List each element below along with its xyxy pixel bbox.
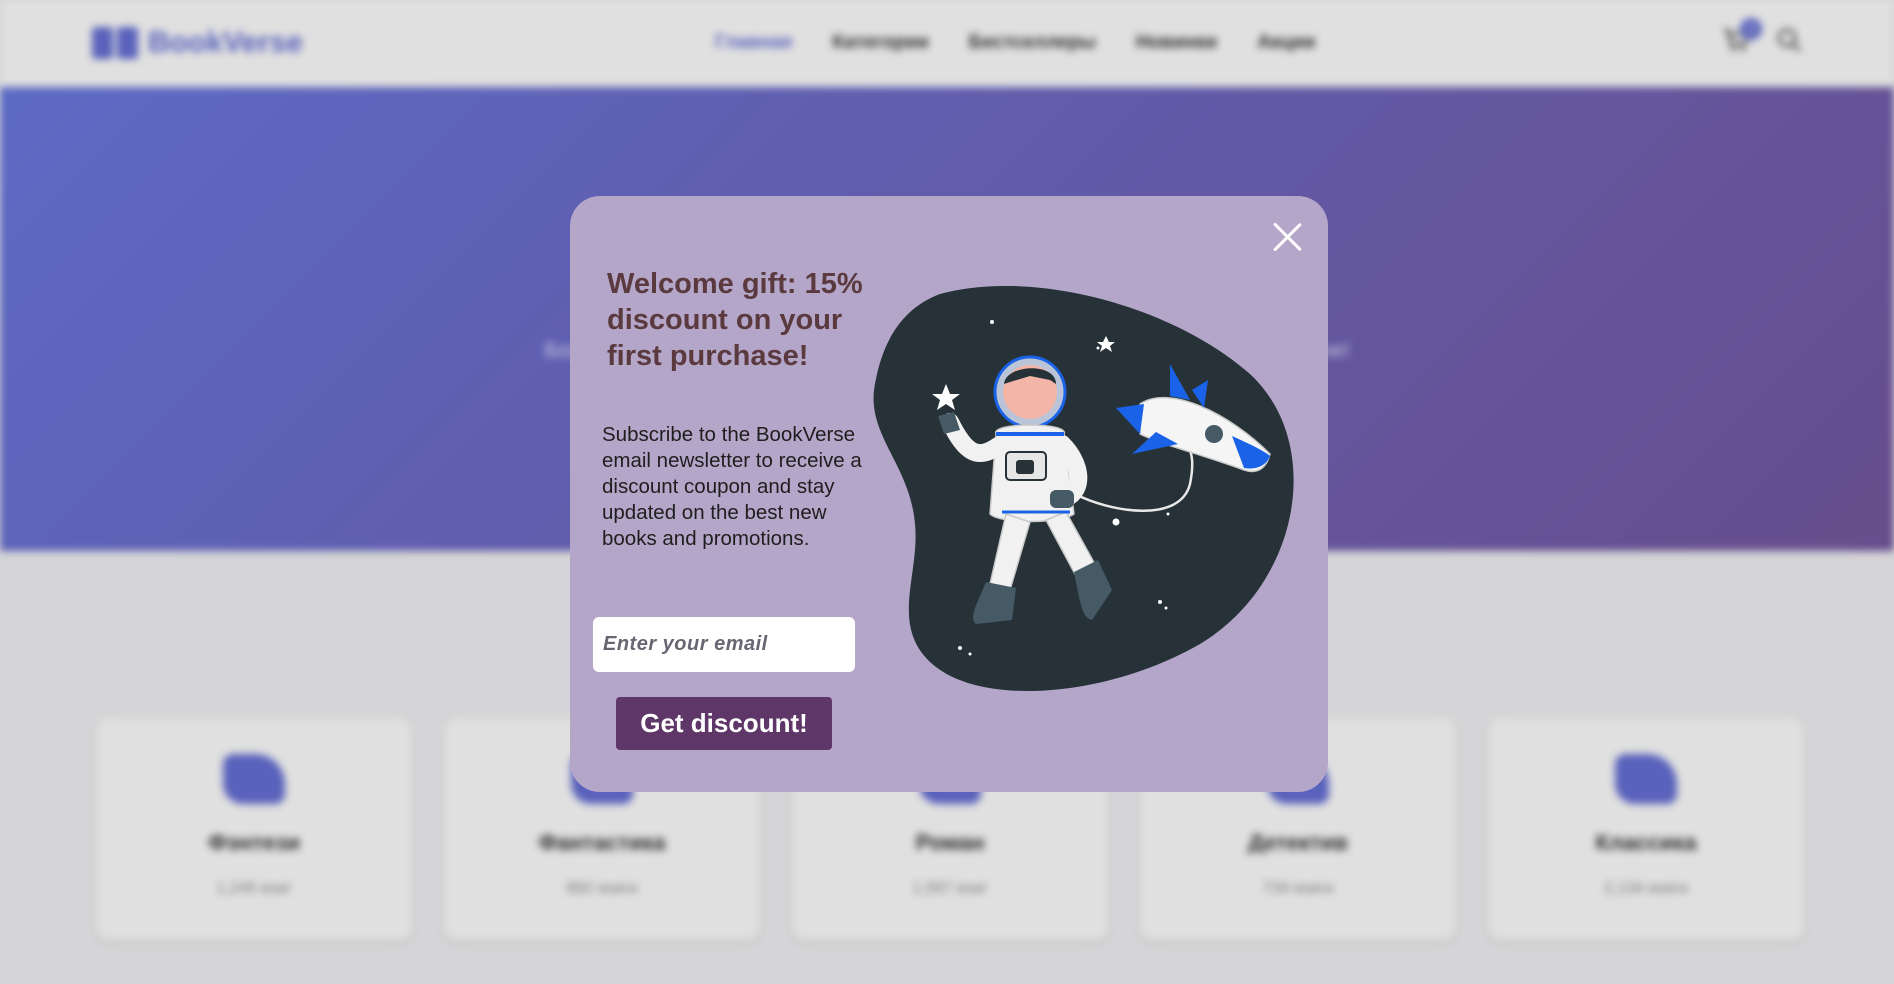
email-field[interactable] xyxy=(593,617,855,672)
modal-description: Subscribe to the BookVerse email newslet… xyxy=(602,423,862,550)
get-discount-button[interactable]: Get discount! xyxy=(616,697,832,750)
astronaut-illustration xyxy=(873,285,1294,692)
newsletter-modal: Welcome gift: 15% discount on your first… xyxy=(570,196,1328,792)
close-icon[interactable] xyxy=(1270,220,1304,254)
modal-title: Welcome gift: 15% discount on your first… xyxy=(607,268,863,372)
